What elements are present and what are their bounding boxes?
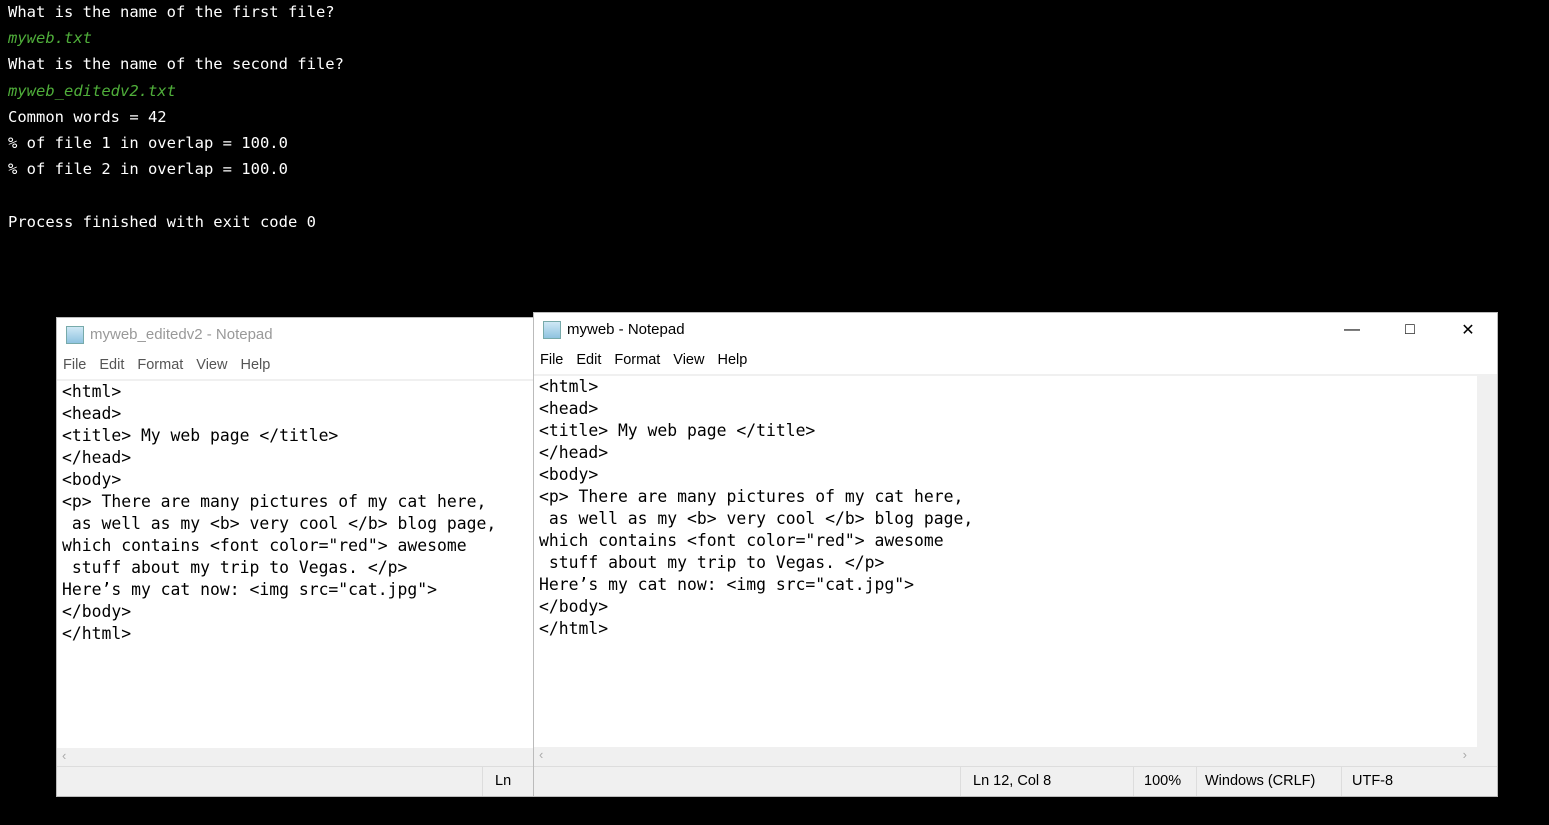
menu-edit[interactable]: Edit: [99, 357, 124, 373]
horizontal-scrollbar[interactable]: ‹ ›: [534, 747, 1497, 767]
menu-file[interactable]: File: [540, 352, 563, 368]
horizontal-scrollbar[interactable]: ‹: [57, 748, 535, 768]
menu-edit[interactable]: Edit: [576, 352, 601, 368]
menu-format[interactable]: Format: [137, 357, 183, 373]
menu-view[interactable]: View: [196, 357, 227, 373]
status-encoding: UTF-8: [1341, 767, 1472, 796]
terminal-line: % of file 2 in overlap = 100.0: [8, 160, 288, 179]
status-bar: Ln 12,: [57, 766, 535, 818]
menu-file[interactable]: File: [63, 357, 86, 373]
notepad-icon: [543, 320, 561, 339]
text-editor[interactable]: <html> <head> <title> My web page </titl…: [57, 381, 535, 645]
status-zoom: 100%: [1133, 767, 1196, 796]
menu-view[interactable]: View: [673, 352, 704, 368]
maximize-icon[interactable]: □: [1381, 313, 1439, 346]
notepad-icon: [66, 325, 84, 344]
menu-bar: File Edit Format View Help: [534, 346, 1497, 376]
status-position: Ln 12, Col 8: [960, 767, 1133, 796]
window-title: myweb_editedv2 - Notepad: [90, 326, 273, 343]
minimize-icon[interactable]: —: [1323, 313, 1381, 346]
title-bar[interactable]: myweb_editedv2 - Notepad: [57, 318, 535, 351]
status-position: Ln 12,: [482, 767, 535, 818]
terminal-line: Common words = 42: [8, 107, 167, 126]
menu-bar: File Edit Format View Help: [57, 351, 535, 381]
menu-help[interactable]: Help: [240, 357, 270, 373]
terminal-line: Process finished with exit code 0: [8, 212, 316, 231]
terminal-input: myweb.txt: [8, 29, 92, 48]
terminal-line: % of file 1 in overlap = 100.0: [8, 133, 288, 152]
menu-format[interactable]: Format: [614, 352, 660, 368]
window-controls: — □ ✕: [1323, 313, 1497, 346]
terminal-line: What is the name of the first file?: [8, 3, 335, 21]
terminal-line: What is the name of the second file?: [8, 55, 344, 74]
status-line-ending: Windows (CRLF): [1196, 767, 1341, 796]
close-icon[interactable]: ✕: [1439, 313, 1497, 346]
terminal-input: myweb_editedv2.txt: [8, 81, 176, 100]
terminal-output: What is the name of the first file? mywe…: [8, 0, 344, 236]
text-editor[interactable]: <html> <head> <title> My web page </titl…: [534, 376, 1497, 640]
notepad-window-myweb[interactable]: myweb - Notepad — □ ✕ File Edit Format View He…: [533, 312, 1498, 797]
menu-help[interactable]: Help: [717, 352, 747, 368]
status-bar: Ln 12, Col 8 100% Windows (CRLF) UTF-8: [534, 766, 1497, 796]
vertical-scrollbar[interactable]: [1477, 375, 1497, 747]
window-title: myweb - Notepad: [567, 321, 685, 338]
notepad-window-editedv2[interactable]: myweb_editedv2 - Notepad File Edit Format V…: [56, 317, 536, 818]
